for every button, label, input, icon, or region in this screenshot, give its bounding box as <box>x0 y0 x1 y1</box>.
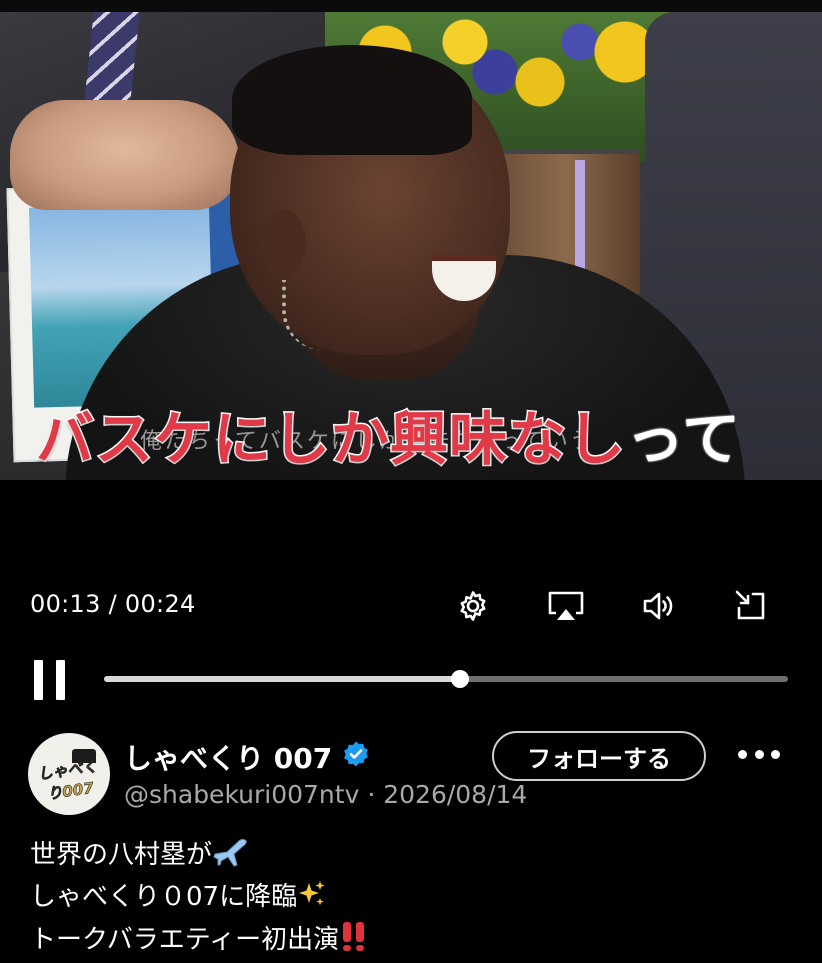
airplay-icon[interactable] <box>546 588 586 624</box>
post-line-1: 世界の八村塁が <box>30 836 369 878</box>
avatar-logo-text: しゃべくり007 <box>36 757 99 804</box>
pause-icon-bar-right <box>56 660 65 700</box>
duration: 00:24 <box>124 590 196 618</box>
exit-fullscreen-icon[interactable] <box>733 588 769 624</box>
airplane-emoji-icon <box>212 837 252 878</box>
settings-gear-icon[interactable] <box>455 588 491 624</box>
video-frame[interactable]: 俺たちってバスケにしか興味ないっていう バスケにしか興味なしって <box>0 0 822 480</box>
post-line-3-text: トークバラエティー初出演 <box>30 925 340 955</box>
current-time: 00:13 <box>30 590 101 618</box>
progress-bar[interactable] <box>104 670 788 688</box>
volume-icon[interactable] <box>640 588 676 624</box>
dot-separator: · <box>359 780 384 809</box>
guest-ear <box>262 210 306 276</box>
more-options-icon[interactable] <box>738 742 780 766</box>
playback-time: 00:13 / 00:24 <box>30 590 196 618</box>
post-line-3: トークバラエティー初出演 <box>30 920 369 963</box>
guest-hair <box>232 45 472 155</box>
post-text: 世界の八村塁が しゃべくり０07に降臨 トークバラエティー初出演 <box>30 836 369 963</box>
handle-and-date: @shabekuri007ntv · 2026/08/14 <box>124 780 527 809</box>
time-separator: / <box>100 590 125 618</box>
handle[interactable]: @shabekuri007ntv <box>124 780 359 809</box>
pause-button[interactable] <box>32 660 68 700</box>
post-line-2-text: しゃべくり０07に降臨 <box>30 882 298 912</box>
pause-icon-bar-left <box>34 660 43 700</box>
progress-bar-fill <box>104 676 460 682</box>
display-name[interactable]: しゃべくり 007 <box>124 737 332 777</box>
avatar[interactable]: しゃべくり007 <box>28 733 110 815</box>
follow-button[interactable]: フォローする <box>492 731 706 781</box>
progress-bar-thumb[interactable] <box>450 670 469 688</box>
sparkles-emoji-icon <box>297 879 327 920</box>
double-exclamation-emoji-icon <box>339 920 369 963</box>
video-caption: バスケにしか興味なしって <box>34 392 742 476</box>
verified-badge-icon <box>342 740 370 768</box>
video-caption-tail: って <box>625 404 742 475</box>
hands <box>10 100 240 210</box>
post-line-2: しゃべくり０07に降臨 <box>30 878 369 920</box>
status-strip <box>0 0 822 12</box>
video-caption-main: バスケにしか興味なし <box>34 404 627 475</box>
post-line-1-text: 世界の八村塁が <box>30 840 213 870</box>
post-date[interactable]: 2026/08/14 <box>383 780 527 809</box>
